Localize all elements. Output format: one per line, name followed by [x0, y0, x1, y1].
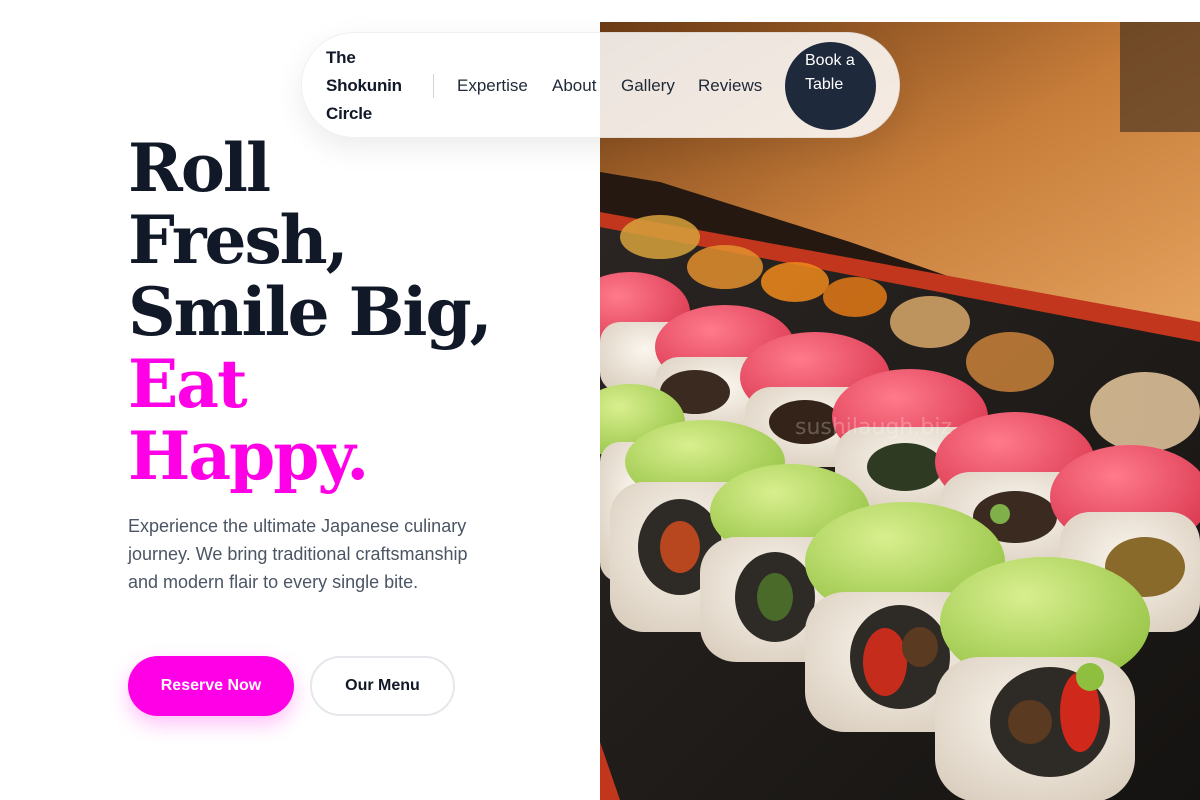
brand-logo[interactable]: The Shokunin Circle — [326, 44, 418, 128]
nav-divider — [433, 74, 434, 98]
top-navigation: The Shokunin Circle Expertise About Gall… — [301, 32, 900, 138]
book-table-label: Book a Table — [805, 52, 855, 93]
watermark-text: sushilaugh.biz — [795, 415, 952, 440]
hero-image: sushilaugh.biz — [600, 22, 1200, 800]
reserve-now-button[interactable]: Reserve Now — [128, 656, 294, 716]
hero-description: Experience the ultimate Japanese culinar… — [128, 516, 468, 592]
hero-headline: Roll Fresh, Smile Big, Eat Happy. — [128, 132, 588, 492]
book-table-button[interactable]: Book a Table — [785, 42, 876, 130]
our-menu-button[interactable]: Our Menu — [310, 656, 455, 716]
headline-line: Roll — [128, 129, 271, 207]
nav-link-reviews[interactable]: Reviews — [698, 74, 762, 98]
headline-accent-line: Happy. — [128, 417, 369, 495]
nav-link-about[interactable]: About — [552, 74, 596, 98]
nav-link-expertise[interactable]: Expertise — [457, 74, 528, 98]
headline-accent-line: Eat — [128, 345, 248, 423]
headline-line: Smile Big, — [128, 273, 493, 351]
nav-link-gallery[interactable]: Gallery — [621, 74, 675, 98]
headline-line: Fresh, — [128, 201, 349, 279]
